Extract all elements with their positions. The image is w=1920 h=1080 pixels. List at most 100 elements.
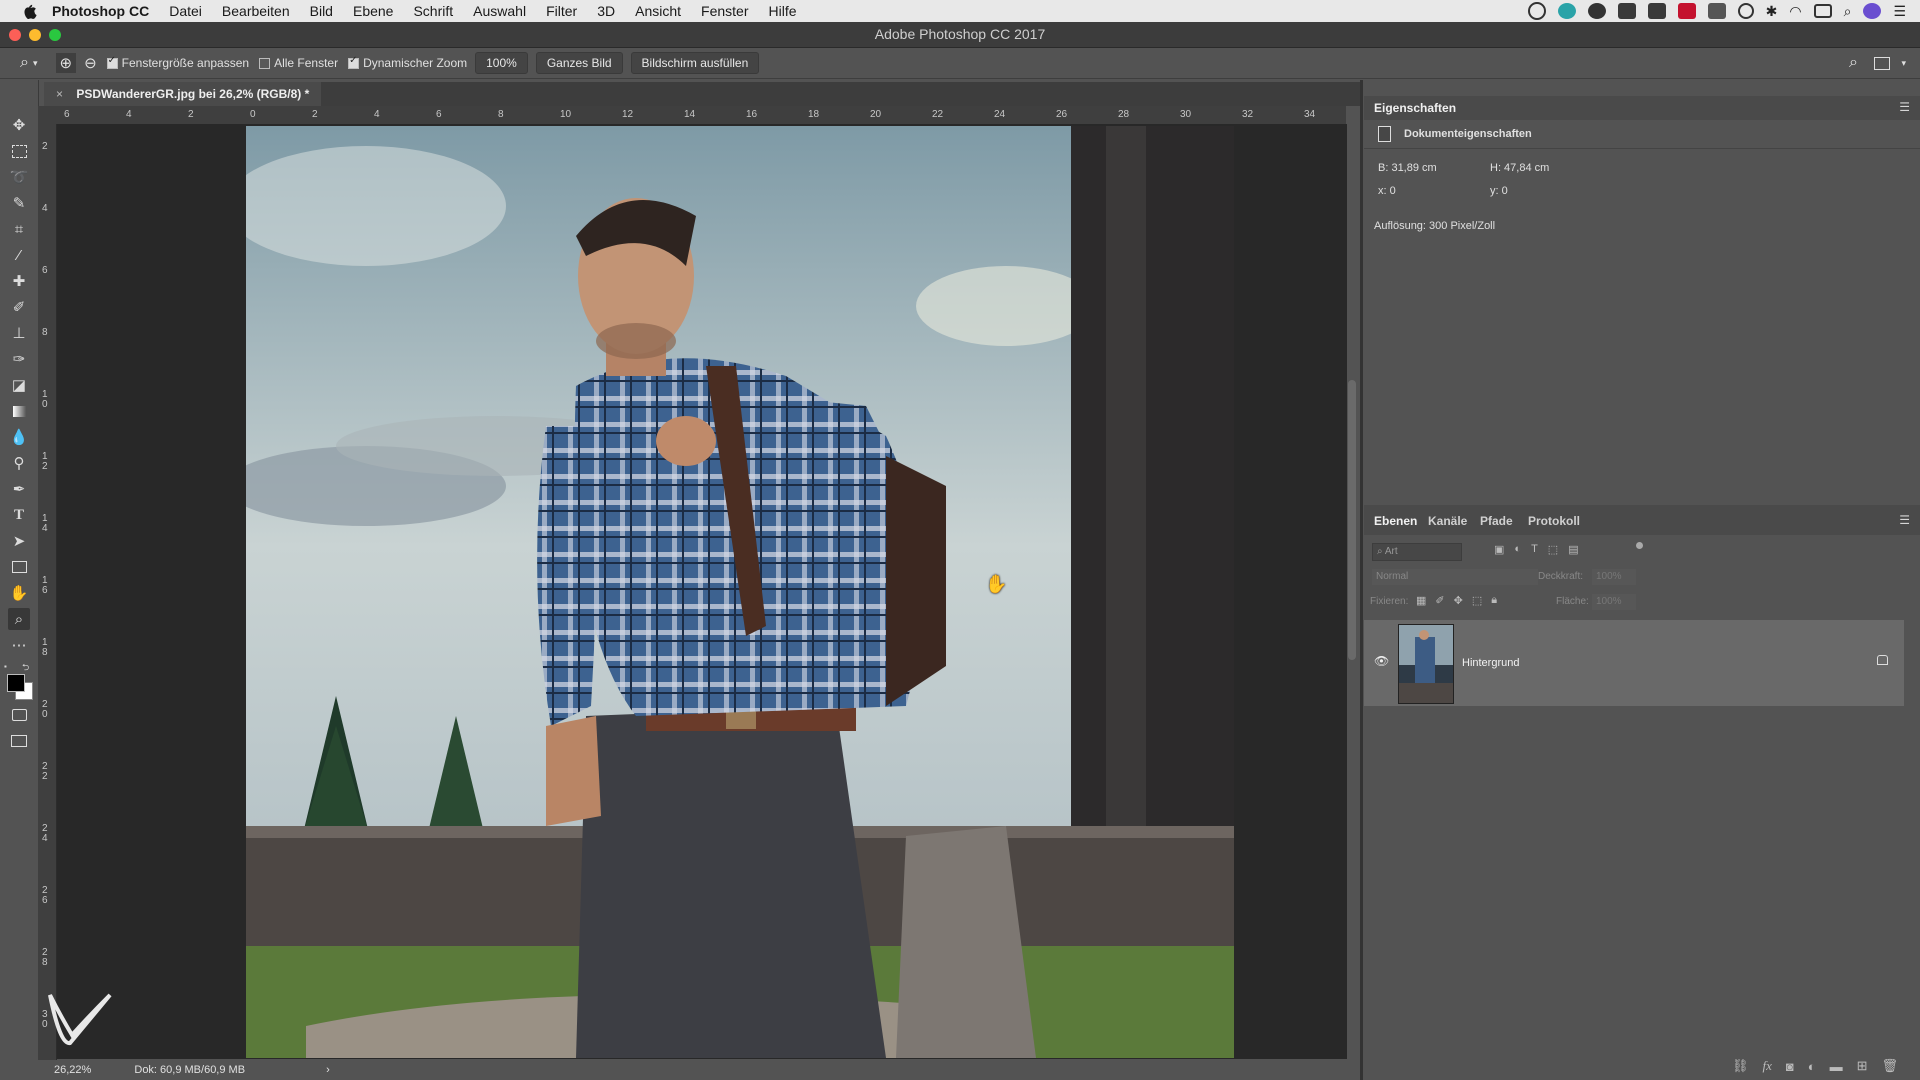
apple-icon[interactable] [20,2,38,20]
color-swatches[interactable]: ▪ ⮌ [0,660,38,700]
menu-hilfe[interactable]: Hilfe [769,3,797,19]
dodge-tool-icon[interactable]: ⚲ [8,452,30,474]
ruler-left[interactable]: 2 4 6 8 10 12 14 16 18 20 22 24 26 28 30 [38,124,57,1060]
layer-filter-input[interactable]: ⌕ Art [1372,543,1462,561]
zoom-window-button[interactable] [49,29,61,41]
forward-icon[interactable] [1707,3,1726,19]
menu-bearbeiten[interactable]: Bearbeiten [222,3,290,19]
menu-ebene[interactable]: Ebene [353,3,393,19]
zoom-tool-icon[interactable]: ⌕ [8,608,30,630]
marquee-tool-icon[interactable] [8,140,30,162]
zoom-readout[interactable]: 26,22% [54,1064,91,1076]
blend-mode-select[interactable]: Normal [1372,569,1538,585]
notification-icon[interactable] [1647,3,1666,19]
opacity-field[interactable]: 100% [1592,569,1636,585]
wifi-icon[interactable]: ◠ [1789,3,1801,19]
menu-bild[interactable]: Bild [310,3,333,19]
adjustment-layer-icon[interactable]: ◐ [1808,1059,1816,1074]
minimize-window-button[interactable] [29,29,41,41]
crop-tool-icon[interactable]: ⌗ [8,218,30,240]
default-colors-icon[interactable]: ▪ [4,662,7,671]
tab-kanaele[interactable]: Kanäle [1428,514,1467,528]
menu-datei[interactable]: Datei [169,3,202,19]
close-window-button[interactable] [9,29,21,41]
fill-screen-button[interactable]: Bildschirm ausfüllen [630,52,760,74]
dynamic-zoom-checkbox[interactable] [348,55,360,69]
lock-pixels-icon[interactable]: ✐ [1435,594,1444,607]
type-tool-icon[interactable]: T [8,504,30,526]
screen-mode-icon[interactable] [8,730,30,752]
record-icon[interactable] [1527,2,1546,20]
tab-protokoll[interactable]: Protokoll [1528,514,1580,528]
eyedropper-tool-icon[interactable]: ⁄ [8,244,30,266]
layer-thumbnail[interactable] [1398,624,1454,704]
pixel-filter-icon[interactable]: ▣ [1494,543,1504,556]
more-tools-icon[interactable]: ⋯ [8,634,30,656]
time-machine-icon[interactable] [1737,3,1754,19]
zoom-100-button[interactable]: 100% [475,52,528,74]
hand-tool-icon[interactable]: ✋ [8,582,30,604]
add-mask-icon[interactable]: ◙ [1786,1059,1794,1074]
menu-3d[interactable]: 3D [597,3,615,19]
fit-window-checkbox[interactable] [106,55,118,69]
rectangle-tool-icon[interactable] [8,556,30,578]
quick-selection-tool-icon[interactable]: ✎ [8,192,30,214]
lock-transparency-icon[interactable]: ▦ [1416,594,1426,607]
foreground-color[interactable] [7,674,25,692]
panel-splitter[interactable] [1360,80,1363,1080]
document-tab[interactable]: × PSDWandererGR.jpg bei 26,2% (RGB/8) * [44,82,322,106]
lock-position-icon[interactable]: ✥ [1454,594,1463,607]
ruler-top[interactable]: 6 4 2 0 2 4 6 8 10 12 14 16 18 20 22 24 26 28 30 32 34 [56,106,1346,125]
healing-brush-tool-icon[interactable]: ✚ [8,270,30,292]
filter-toggle-icon[interactable] [1636,542,1643,549]
bluetooth-icon[interactable]: ✱ [1766,3,1778,19]
blur-tool-icon[interactable]: 💧 [8,426,30,448]
display-icon[interactable] [1617,3,1636,19]
document-image[interactable] [246,126,1234,1058]
lock-artboard-icon[interactable]: ⬚ [1472,594,1482,607]
chevron-down-icon[interactable]: ▾ [1901,58,1906,69]
brush-tool-icon[interactable]: ✐ [8,296,30,318]
ruler-corner[interactable] [38,106,56,124]
tab-ebenen[interactable]: Ebenen [1374,514,1417,528]
smart-object-filter-icon[interactable]: ▤ [1568,543,1578,556]
lasso-tool-icon[interactable]: ➰ [8,166,30,188]
chevron-down-icon[interactable]: ▾ [33,58,38,69]
new-layer-icon[interactable]: ⊞ [1857,1058,1868,1074]
quick-mask-icon[interactable] [8,704,30,726]
panel-menu-icon[interactable]: ☰ [1899,100,1910,114]
pen-tool-icon[interactable]: ✒ [8,478,30,500]
path-selection-tool-icon[interactable]: ➤ [8,530,30,552]
type-filter-icon[interactable]: T [1531,543,1538,556]
menu-auswahl[interactable]: Auswahl [473,3,526,19]
layer-name[interactable]: Hintergrund [1462,657,1519,669]
tab-pfade[interactable]: Pfade [1480,514,1513,528]
fill-field[interactable]: 100% [1592,594,1636,610]
zoom-in-icon[interactable]: ⊕ [55,53,77,73]
app-helper-icon[interactable] [1557,3,1576,19]
all-windows-checkbox[interactable] [259,57,271,69]
adjustment-filter-icon[interactable]: ◐ [1514,543,1521,556]
shape-filter-icon[interactable]: ⬚ [1548,543,1558,556]
menu-schrift[interactable]: Schrift [413,3,453,19]
menu-filter[interactable]: Filter [546,3,577,19]
creative-cloud-icon[interactable] [1587,3,1606,19]
adobe-icon[interactable] [1677,3,1696,19]
properties-tab[interactable]: Eigenschaften [1374,101,1456,115]
eraser-tool-icon[interactable]: ◪ [8,374,30,396]
stamp-tool-icon[interactable]: ⊥ [8,322,30,344]
link-layers-icon[interactable]: ⛓ [1732,1058,1749,1074]
visibility-eye-icon[interactable]: 👁︎ [1374,654,1389,668]
layer-style-icon[interactable]: fx [1762,1058,1771,1074]
close-tab-icon[interactable]: × [56,87,63,101]
whole-image-button[interactable]: Ganzes Bild [535,52,623,74]
history-brush-tool-icon[interactable]: ✑ [8,348,30,370]
workspace-icon[interactable] [1874,56,1890,70]
notification-center-icon[interactable]: ☰ [1893,3,1906,19]
menu-app-name[interactable]: Photoshop CC [52,3,149,19]
menu-fenster[interactable]: Fenster [701,3,748,19]
new-group-icon[interactable]: ▬ [1830,1059,1843,1074]
menu-ansicht[interactable]: Ansicht [635,3,681,19]
siri-icon[interactable] [1863,3,1882,19]
status-menu-arrow[interactable]: › [326,1064,330,1076]
